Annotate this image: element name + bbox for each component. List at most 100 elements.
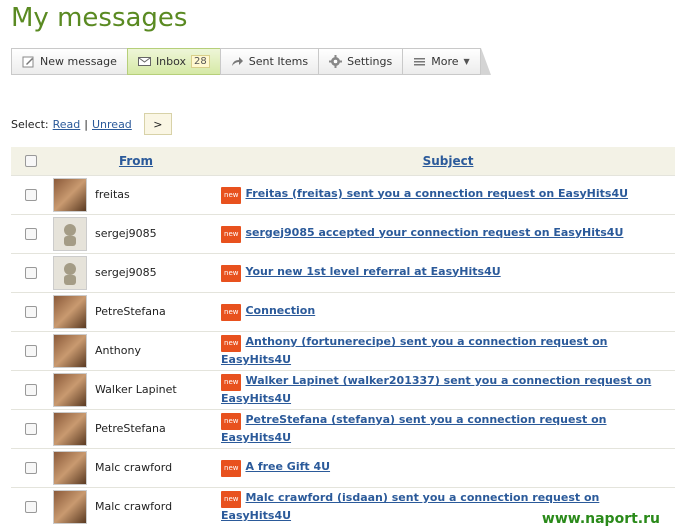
row-checkbox-cell xyxy=(11,213,51,253)
avatar-cell xyxy=(51,447,91,487)
settings-button[interactable]: Settings xyxy=(318,48,403,75)
avatar-cell xyxy=(51,369,91,409)
avatar-cell xyxy=(51,486,91,526)
sender-name: Anthony xyxy=(91,330,222,370)
sent-items-label: Sent Items xyxy=(248,55,309,68)
avatar[interactable] xyxy=(53,450,87,485)
avatar[interactable] xyxy=(53,255,87,290)
row-checkbox-cell xyxy=(11,291,51,331)
new-message-button[interactable]: New message xyxy=(11,48,127,75)
select-label: Select: xyxy=(11,117,49,131)
subject-cell: new Your new 1st level referral at EasyHi… xyxy=(221,252,675,292)
row-checkbox[interactable] xyxy=(25,305,37,318)
avatar[interactable] xyxy=(53,489,87,524)
table-row[interactable]: freitas new Freitas (freitas) sent you a c… xyxy=(11,174,675,214)
subject-cell: new sergej9085 accepted your connection r… xyxy=(221,213,675,253)
new-badge: new xyxy=(221,413,242,430)
avatar[interactable] xyxy=(53,372,87,407)
avatar[interactable] xyxy=(53,333,87,368)
select-read-link[interactable]: Read xyxy=(53,118,81,131)
inbox-button[interactable]: Inbox 28 xyxy=(126,48,220,75)
row-checkbox-cell xyxy=(11,486,51,526)
subject-link[interactable]: Anthony (fortunerecipe) sent you a conne… xyxy=(221,335,607,366)
table-row[interactable]: PetreStefana new PetreStefana (stefanya) s… xyxy=(11,408,675,448)
table-row[interactable]: Malc crawford new A free Gift 4U xyxy=(11,447,675,487)
select-all-checkbox[interactable] xyxy=(25,154,37,167)
go-button[interactable]: > xyxy=(143,113,172,135)
avatar-cell xyxy=(51,252,91,292)
avatar-cell xyxy=(51,174,91,214)
subject-link[interactable]: sergej9085 accepted your connection requ… xyxy=(245,226,623,239)
avatar-cell xyxy=(51,291,91,331)
table-header: From Subject xyxy=(11,147,675,175)
new-badge: new xyxy=(221,491,242,508)
gear-icon xyxy=(329,55,343,68)
row-checkbox-cell xyxy=(11,369,51,409)
more-button[interactable]: More ▼ xyxy=(402,48,481,75)
more-label: More xyxy=(431,55,459,68)
table-row[interactable]: Walker Lapinet new Walker Lapinet (walker2… xyxy=(11,369,675,409)
subject-column-header[interactable]: Subject xyxy=(221,147,675,175)
subject-cell: new Anthony (fortunerecipe) sent you a co… xyxy=(221,330,675,370)
table-row[interactable]: sergej9085 new sergej9085 accepted your co… xyxy=(11,213,675,253)
new-message-label: New message xyxy=(40,55,117,68)
subject-link[interactable]: Connection xyxy=(245,304,315,317)
pencil-icon xyxy=(22,55,35,68)
subject-link[interactable]: Walker Lapinet (walker201337) sent you a… xyxy=(221,374,651,405)
table-row[interactable]: Anthony new Anthony (fortunerecipe) sent y… xyxy=(11,330,675,370)
default-user-icon xyxy=(64,223,76,246)
new-badge: new xyxy=(221,335,242,352)
subject-link[interactable]: Freitas (freitas) sent you a connection … xyxy=(245,187,628,200)
new-badge: new xyxy=(221,374,242,391)
row-checkbox[interactable] xyxy=(25,422,37,435)
row-checkbox[interactable] xyxy=(25,500,37,513)
page-title: My messages xyxy=(11,3,188,33)
table-row[interactable]: sergej9085 new Your new 1st level referral… xyxy=(11,252,675,292)
row-checkbox[interactable] xyxy=(25,344,37,357)
sender-name: PetreStefana xyxy=(91,408,222,448)
default-user-icon xyxy=(64,262,76,285)
avatar[interactable] xyxy=(53,216,87,251)
sender-name: Walker Lapinet xyxy=(91,369,222,409)
avatar-cell xyxy=(51,213,91,253)
row-checkbox-cell xyxy=(11,408,51,448)
table-row[interactable]: PetreStefana new Connection xyxy=(11,291,675,331)
row-checkbox[interactable] xyxy=(25,266,37,279)
sender-name: Malc crawford xyxy=(91,447,222,487)
new-badge: new xyxy=(221,264,242,282)
avatar-cell xyxy=(51,408,91,448)
subject-cell: new A free Gift 4U xyxy=(221,447,675,487)
avatar[interactable] xyxy=(53,294,87,329)
sender-name: freitas xyxy=(91,174,222,214)
select-all-cell xyxy=(11,147,51,175)
select-unread-link[interactable]: Unread xyxy=(92,118,132,131)
row-checkbox-cell xyxy=(11,447,51,487)
subject-link[interactable]: A free Gift 4U xyxy=(245,460,330,473)
avatar-cell xyxy=(51,330,91,370)
inbox-label: Inbox xyxy=(155,55,187,68)
sent-items-button[interactable]: Sent Items xyxy=(219,48,319,75)
row-checkbox[interactable] xyxy=(25,188,37,201)
from-column-header[interactable]: From xyxy=(51,147,221,175)
subject-cell: new Connection xyxy=(221,291,675,331)
avatar[interactable] xyxy=(53,177,87,212)
subject-link[interactable]: Your new 1st level referral at EasyHits4… xyxy=(245,265,500,278)
row-checkbox[interactable] xyxy=(25,227,37,240)
chevron-down-icon: ▼ xyxy=(463,57,470,66)
select-filter: Select: Read | Unread > xyxy=(11,113,172,135)
messages-table: From Subject freitas new Freitas (freitas)… xyxy=(11,147,675,526)
inbox-count-badge: 28 xyxy=(191,55,210,68)
new-badge: new xyxy=(221,303,242,321)
row-checkbox[interactable] xyxy=(25,461,37,474)
inbox-icon xyxy=(137,55,151,68)
subject-cell: new PetreStefana (stefanya) sent you a co… xyxy=(221,408,675,448)
message-toolbar: New message Inbox 28 Sent Items Settings… xyxy=(11,48,496,75)
new-badge: new xyxy=(221,186,242,204)
avatar[interactable] xyxy=(53,411,87,446)
new-badge: new xyxy=(221,459,242,477)
sender-name: sergej9085 xyxy=(91,213,222,253)
select-separator: | xyxy=(84,117,88,131)
new-badge: new xyxy=(221,225,242,243)
row-checkbox[interactable] xyxy=(25,383,37,396)
subject-link[interactable]: PetreStefana (stefanya) sent you a conne… xyxy=(221,413,606,444)
